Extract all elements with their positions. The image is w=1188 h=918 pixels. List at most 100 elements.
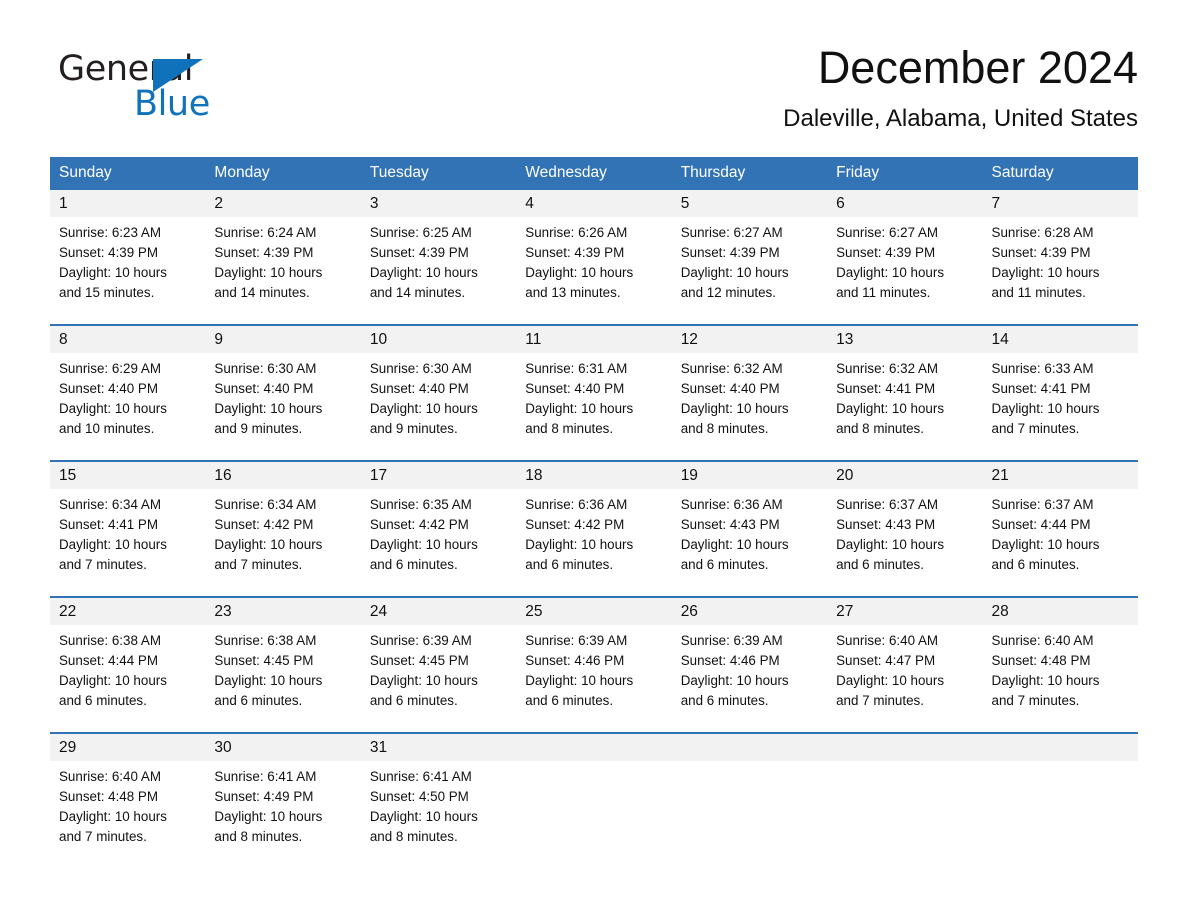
day-cell[interactable]: Sunrise: 6:25 AM Sunset: 4:39 PM Dayligh… — [360, 217, 517, 325]
day-number[interactable]: 30 — [205, 732, 361, 761]
daylight-text-line2: and 14 minutes. — [214, 285, 310, 301]
generalblue-logo[interactable]: General Blue — [58, 52, 288, 132]
sunrise-text: Sunrise: 6:40 AM — [59, 769, 161, 784]
day-cell[interactable]: Sunrise: 6:36 AM Sunset: 4:43 PM Dayligh… — [671, 489, 828, 597]
day-number[interactable]: 12 — [671, 324, 828, 353]
day-number[interactable]: 23 — [205, 596, 361, 625]
day-number[interactable]: 26 — [671, 596, 828, 625]
day-number[interactable]: 18 — [516, 460, 672, 489]
day-cell[interactable]: Sunrise: 6:27 AM Sunset: 4:39 PM Dayligh… — [671, 217, 828, 325]
day-cell[interactable]: Sunrise: 6:30 AM Sunset: 4:40 PM Dayligh… — [205, 353, 361, 461]
day-number[interactable]: 6 — [827, 190, 983, 217]
sunset-text: Sunset: 4:40 PM — [59, 381, 158, 397]
day-number[interactable]: 21 — [982, 460, 1138, 489]
day-cell[interactable]: Sunrise: 6:34 AM Sunset: 4:41 PM Dayligh… — [50, 489, 206, 597]
sunrise-text: Sunrise: 6:34 AM — [214, 497, 317, 512]
day-number[interactable]: 7 — [982, 190, 1138, 217]
day-number[interactable]: 19 — [671, 460, 828, 489]
day-number[interactable]: 15 — [50, 460, 206, 489]
day-number[interactable]: 17 — [360, 460, 517, 489]
day-cell[interactable]: Sunrise: 6:37 AM Sunset: 4:44 PM Dayligh… — [982, 489, 1138, 597]
day-cell[interactable]: Sunrise: 6:27 AM Sunset: 4:39 PM Dayligh… — [827, 217, 983, 325]
day-number[interactable]: 5 — [671, 190, 828, 217]
day-cell[interactable]: Sunrise: 6:36 AM Sunset: 4:42 PM Dayligh… — [516, 489, 672, 597]
day-number[interactable]: 22 — [50, 596, 206, 625]
daylight-text-line2: and 11 minutes. — [836, 285, 931, 301]
day-cell[interactable]: Sunrise: 6:34 AM Sunset: 4:42 PM Dayligh… — [205, 489, 361, 597]
sunrise-text: Sunrise: 6:40 AM — [991, 633, 1094, 648]
day-cell[interactable]: Sunrise: 6:39 AM Sunset: 4:46 PM Dayligh… — [516, 625, 672, 733]
daylight-text-line1: Daylight: 10 hours — [214, 673, 323, 689]
day-number[interactable]: 24 — [360, 596, 517, 625]
sunset-text: Sunset: 4:44 PM — [59, 653, 158, 669]
day-cell[interactable]: Sunrise: 6:31 AM Sunset: 4:40 PM Dayligh… — [516, 353, 672, 461]
day-cell[interactable]: Sunrise: 6:29 AM Sunset: 4:40 PM Dayligh… — [50, 353, 206, 461]
day-cell[interactable]: Sunrise: 6:41 AM Sunset: 4:50 PM Dayligh… — [360, 761, 517, 869]
day-number[interactable]: 31 — [360, 732, 517, 761]
day-cell[interactable]: Sunrise: 6:40 AM Sunset: 4:47 PM Dayligh… — [827, 625, 983, 733]
day-number[interactable]: 9 — [205, 324, 361, 353]
sunset-text: Sunset: 4:40 PM — [525, 381, 625, 397]
daylight-text-line1: Daylight: 10 hours — [525, 673, 634, 689]
day-cell[interactable]: Sunrise: 6:40 AM Sunset: 4:48 PM Dayligh… — [50, 761, 206, 869]
day-number[interactable]: 3 — [360, 190, 517, 217]
day-number[interactable]: 8 — [50, 324, 206, 353]
day-number[interactable]: 4 — [516, 190, 672, 217]
day-cell[interactable]: Sunrise: 6:30 AM Sunset: 4:40 PM Dayligh… — [360, 353, 517, 461]
sunrise-text: Sunrise: 6:23 AM — [59, 225, 161, 240]
day-cell[interactable]: Sunrise: 6:38 AM Sunset: 4:45 PM Dayligh… — [205, 625, 361, 733]
calendar-body: 1 2 3 4 5 6 7 Sunrise: 6:23 AM Sunset: 4… — [50, 190, 1138, 869]
day-cell[interactable]: Sunrise: 6:26 AM Sunset: 4:39 PM Dayligh… — [516, 217, 672, 325]
sunrise-text: Sunrise: 6:30 AM — [214, 361, 317, 376]
day-number[interactable]: 16 — [205, 460, 361, 489]
day-number[interactable]: 27 — [827, 596, 983, 625]
daylight-text-line1: Daylight: 10 hours — [680, 673, 789, 689]
sunrise-text: Sunrise: 6:41 AM — [214, 769, 317, 784]
day-number[interactable]: 14 — [982, 324, 1138, 353]
day-number[interactable]: 11 — [516, 324, 672, 353]
day-cell[interactable]: Sunrise: 6:32 AM Sunset: 4:41 PM Dayligh… — [827, 353, 983, 461]
sunset-text: Sunset: 4:41 PM — [59, 517, 158, 533]
day-number[interactable]: 13 — [827, 324, 983, 353]
day-number[interactable]: 28 — [982, 596, 1138, 625]
day-number[interactable]: 1 — [50, 190, 206, 217]
sunset-text: Sunset: 4:39 PM — [369, 245, 469, 261]
day-number[interactable]: 29 — [50, 732, 206, 761]
day-cell[interactable]: Sunrise: 6:40 AM Sunset: 4:48 PM Dayligh… — [982, 625, 1138, 733]
daylight-text-line2: and 7 minutes. — [59, 829, 147, 845]
day-cell[interactable]: Sunrise: 6:33 AM Sunset: 4:41 PM Dayligh… — [982, 353, 1138, 461]
day-cell[interactable]: Sunrise: 6:37 AM Sunset: 4:43 PM Dayligh… — [827, 489, 983, 597]
day-cell-empty — [516, 761, 672, 869]
day-number-empty — [516, 732, 672, 761]
day-cell[interactable]: Sunrise: 6:32 AM Sunset: 4:40 PM Dayligh… — [671, 353, 828, 461]
day-number[interactable]: 25 — [516, 596, 672, 625]
daylight-text-line1: Daylight: 10 hours — [680, 265, 789, 281]
daylight-text-line1: Daylight: 10 hours — [369, 265, 478, 281]
daylight-text-line1: Daylight: 10 hours — [369, 809, 478, 825]
day-cell[interactable]: Sunrise: 6:38 AM Sunset: 4:44 PM Dayligh… — [50, 625, 206, 733]
day-number[interactable]: 2 — [205, 190, 361, 217]
day-cell[interactable]: Sunrise: 6:39 AM Sunset: 4:46 PM Dayligh… — [671, 625, 828, 733]
day-cell[interactable]: Sunrise: 6:35 AM Sunset: 4:42 PM Dayligh… — [360, 489, 517, 597]
sunrise-text: Sunrise: 6:38 AM — [59, 633, 161, 648]
sunset-text: Sunset: 4:49 PM — [214, 789, 314, 805]
weekday-header-wednesday: Wednesday — [516, 157, 672, 190]
day-cell[interactable]: Sunrise: 6:39 AM Sunset: 4:45 PM Dayligh… — [360, 625, 517, 733]
day-cell[interactable]: Sunrise: 6:24 AM Sunset: 4:39 PM Dayligh… — [205, 217, 361, 325]
day-cell[interactable]: Sunrise: 6:41 AM Sunset: 4:49 PM Dayligh… — [205, 761, 361, 869]
sunset-text: Sunset: 4:48 PM — [991, 653, 1091, 669]
day-number[interactable]: 20 — [827, 460, 983, 489]
sunset-text: Sunset: 4:40 PM — [214, 381, 314, 397]
daylight-text-line2: and 8 minutes. — [836, 421, 924, 437]
daylight-text-line2: and 8 minutes. — [369, 829, 458, 845]
day-cell[interactable]: Sunrise: 6:28 AM Sunset: 4:39 PM Dayligh… — [982, 217, 1138, 325]
daylight-text-line1: Daylight: 10 hours — [369, 673, 478, 689]
daylight-text-line2: and 12 minutes. — [680, 285, 776, 301]
daylight-text-line1: Daylight: 10 hours — [991, 265, 1100, 281]
logo-text-blue: Blue — [134, 84, 210, 124]
sunrise-text: Sunrise: 6:39 AM — [369, 633, 472, 648]
day-number[interactable]: 10 — [360, 324, 517, 353]
sunrise-text: Sunrise: 6:35 AM — [369, 497, 472, 512]
daylight-text-line2: and 6 minutes. — [59, 693, 147, 709]
day-cell[interactable]: Sunrise: 6:23 AM Sunset: 4:39 PM Dayligh… — [50, 217, 206, 325]
